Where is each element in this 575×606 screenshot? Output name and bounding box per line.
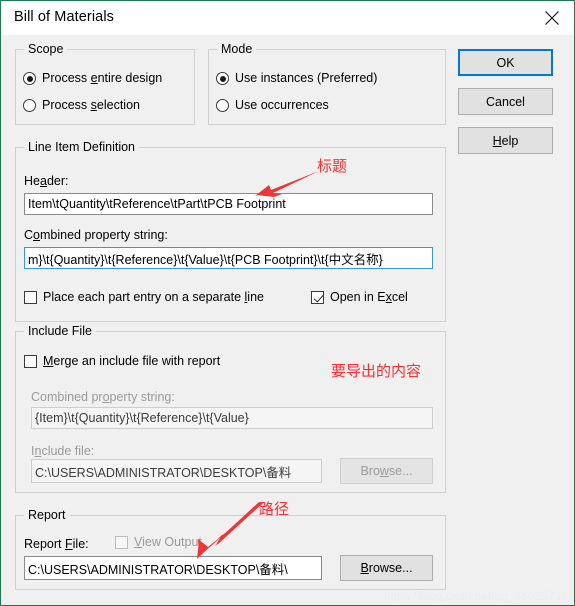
- report-file-value: C:\USERS\ADMINISTRATOR\DESKTOP\备料\: [28, 562, 288, 577]
- include-combined-property-string-input[interactable]: {Item}\t{Quantity}\t{Reference}\t{Value}: [31, 407, 433, 429]
- header-label: Header:: [24, 174, 69, 188]
- checkbox-label: Place each part entry on a separate line: [43, 290, 264, 304]
- include-file-path-input[interactable]: C:\USERS\ADMINISTRATOR\DESKTOP\备料: [31, 459, 322, 483]
- radio-indicator: [216, 72, 229, 85]
- help-button-label: Help: [492, 133, 519, 148]
- report-browse-button[interactable]: Browse...: [340, 555, 433, 581]
- report-file-label: Report File:: [24, 537, 89, 551]
- include-combined-property-string-label: Combined property string:: [31, 390, 175, 404]
- checkbox-label: Merge an include file with report: [43, 354, 221, 368]
- title-bar: Bill of Materials: [1, 1, 574, 36]
- cancel-button[interactable]: Cancel: [458, 88, 553, 115]
- help-button[interactable]: Help: [458, 127, 553, 154]
- checkbox-indicator: [24, 291, 37, 304]
- checkbox-view-output[interactable]: View Output: [115, 536, 202, 549]
- checkbox-separate-line[interactable]: Place each part entry on a separate line: [24, 291, 264, 304]
- include-file-browse-button[interactable]: Browse...: [340, 458, 433, 484]
- close-icon[interactable]: [529, 1, 574, 34]
- radio-process-entire-design[interactable]: Process entire design: [23, 72, 162, 85]
- report-file-input[interactable]: C:\USERS\ADMINISTRATOR\DESKTOP\备料\: [24, 556, 322, 580]
- combined-property-string-value: m}\t{Quantity}\t{Reference}\t{Value}\t{P…: [28, 252, 383, 267]
- checkbox-indicator: [24, 355, 37, 368]
- radio-label: Process selection: [42, 98, 140, 112]
- watermark: https://blog.csdn.net/qq_45025738: [383, 589, 568, 603]
- page-title: Bill of Materials: [14, 9, 115, 25]
- include-file-browse-label: Browse...: [360, 464, 413, 478]
- header-input[interactable]: Item\tQuantity\tReference\tPart\tPCB Foo…: [24, 193, 433, 215]
- report-legend: Report: [24, 508, 70, 522]
- ok-button-label: OK: [496, 55, 515, 70]
- scope-legend: Scope: [24, 42, 68, 56]
- cancel-button-label: Cancel: [486, 94, 525, 109]
- radio-label: Use occurrences: [235, 98, 329, 112]
- radio-indicator: [23, 72, 36, 85]
- checkbox-merge-include-file[interactable]: Merge an include file with report: [24, 355, 220, 368]
- line-item-legend: Line Item Definition: [24, 140, 140, 154]
- ok-button[interactable]: OK: [458, 49, 553, 76]
- report-browse-label: Browse...: [360, 561, 413, 575]
- checkbox-indicator: [311, 291, 324, 304]
- checkbox-label: Open in Excel: [330, 290, 408, 304]
- radio-use-instances[interactable]: Use instances (Preferred): [216, 72, 377, 85]
- radio-use-occurrences[interactable]: Use occurrences: [216, 99, 329, 112]
- header-input-value: Item\tQuantity\tReference\tPart\tPCB Foo…: [28, 197, 286, 211]
- radio-indicator: [216, 99, 229, 112]
- radio-label: Process entire design: [42, 71, 163, 85]
- bill-of-materials-dialog: Bill of Materials Scope Process entire d…: [0, 0, 575, 606]
- checkbox-label: View Output: [134, 535, 202, 549]
- scope-group: Scope: [15, 42, 195, 125]
- include-file-path-value: C:\USERS\ADMINISTRATOR\DESKTOP\备料: [35, 465, 292, 480]
- radio-process-selection[interactable]: Process selection: [23, 99, 140, 112]
- mode-legend: Mode: [217, 42, 257, 56]
- combined-property-string-input[interactable]: m}\t{Quantity}\t{Reference}\t{Value}\t{P…: [24, 247, 433, 269]
- checkbox-open-in-excel[interactable]: Open in Excel: [311, 291, 408, 304]
- radio-indicator: [23, 99, 36, 112]
- mode-group: Mode: [208, 42, 446, 125]
- include-combined-property-string-value: {Item}\t{Quantity}\t{Reference}\t{Value}: [35, 411, 249, 425]
- include-file-legend: Include File: [24, 324, 96, 338]
- checkbox-indicator: [115, 536, 128, 549]
- combined-property-string-label: Combined property string:: [24, 228, 168, 242]
- include-file-path-label: Include file:: [31, 444, 95, 458]
- radio-label: Use instances (Preferred): [235, 71, 378, 85]
